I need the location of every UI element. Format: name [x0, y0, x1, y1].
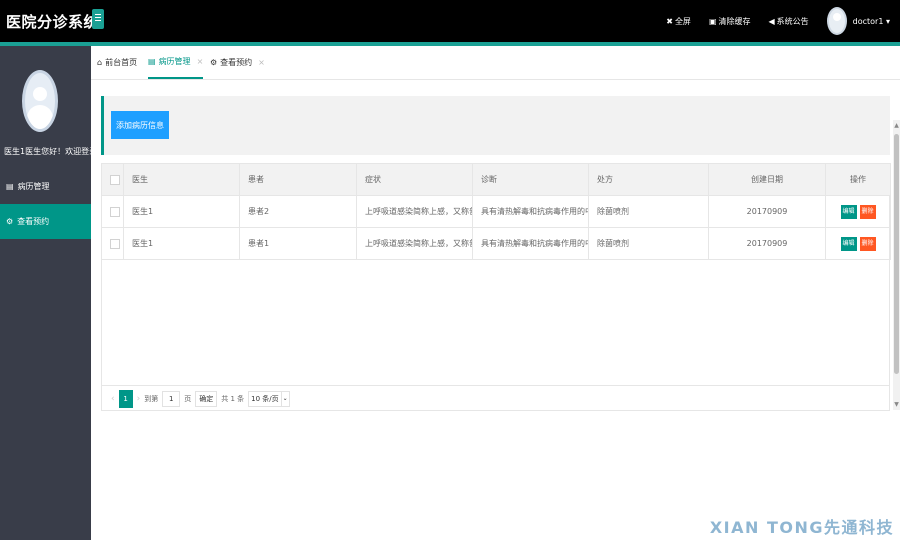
- cell-actions: 编辑 删除: [825, 227, 891, 260]
- tab-records[interactable]: ▤ 病历管理 ×: [148, 46, 204, 79]
- top-header: 医院分诊系统 ✖ 全屏 ▣ 清除缓存 ◀ 系统公告 doctor1 ▾: [0, 0, 900, 42]
- total-count: 共 1 条: [221, 394, 245, 403]
- select-all-checkbox[interactable]: [110, 174, 120, 185]
- cell-symptom: 上呼吸道感染简称上感，又称普...: [356, 227, 473, 260]
- sidebar-item-label: 病历管理: [17, 182, 50, 191]
- select-all-cell: [101, 163, 124, 196]
- cell-diagnosis: 具有清热解毒和抗病毒作用的中...: [472, 227, 589, 260]
- close-icon[interactable]: ×: [258, 58, 265, 67]
- tab-label: 查看预约: [220, 58, 253, 67]
- table-header-row: 医生 患者 症状 诊断 处方 创建日期 操作: [101, 163, 891, 196]
- tab-label: 病历管理: [158, 57, 191, 66]
- goto-confirm-button[interactable]: 确定: [195, 390, 218, 407]
- cell-diagnosis: 具有清热解毒和抗病毒作用的中...: [472, 195, 589, 228]
- tab-appointments[interactable]: ⚙ 查看预约 ×: [210, 46, 265, 79]
- column-header: 诊断: [472, 163, 589, 196]
- welcome-text: 医生1医生您好！欢迎登录: [4, 147, 98, 156]
- avatar-head: [33, 87, 47, 101]
- watermark: XIAN TONG先通科技: [709, 518, 894, 537]
- scroll-thumb[interactable]: [894, 134, 899, 374]
- announcement-button[interactable]: ◀ 系统公告: [769, 16, 809, 27]
- next-page-button[interactable]: ›: [137, 394, 141, 404]
- column-header: 操作: [825, 163, 891, 196]
- cell-doctor: 医生1: [123, 195, 240, 228]
- clear-cache-icon: ▣: [708, 16, 717, 26]
- row-select-cell: [101, 227, 124, 260]
- scroll-up-icon[interactable]: ▲: [893, 122, 900, 129]
- table-row: 医生1 患者1 上呼吸道感染简称上感，又称普... 具有清热解毒和抗病毒作用的中…: [101, 227, 891, 260]
- column-header: 处方: [588, 163, 709, 196]
- fullscreen-icon: ✖: [666, 16, 673, 26]
- column-header: 症状: [356, 163, 473, 196]
- avatar: [22, 70, 58, 132]
- tab-label: 前台首页: [105, 58, 138, 67]
- row-checkbox[interactable]: [110, 238, 120, 249]
- delete-button[interactable]: 删除: [859, 204, 876, 219]
- clear-cache-button[interactable]: ▣ 清除缓存: [709, 16, 751, 27]
- toolbar-panel: 添加病历信息: [101, 96, 890, 155]
- column-header: 患者: [239, 163, 357, 196]
- sidebar-item-label: 查看预约: [17, 217, 50, 226]
- scroll-down-icon[interactable]: ▼: [893, 401, 900, 408]
- table-row: 医生1 患者2 上呼吸道感染简称上感，又称普... 具有清热解毒和抗病毒作用的中…: [101, 195, 891, 228]
- tab-home[interactable]: ⌂ 前台首页: [97, 46, 137, 79]
- page-size-select[interactable]: 10 条/页 ⌄: [248, 390, 290, 407]
- gear-icon: ⚙: [210, 58, 218, 67]
- tab-bar: ⌂ 前台首页 ▤ 病历管理 × ⚙ 查看预约 ×: [91, 46, 900, 80]
- sidebar-item-appointments[interactable]: ⚙ 查看预约: [0, 204, 91, 239]
- column-header: 创建日期: [708, 163, 826, 196]
- avatar-body: [27, 105, 53, 129]
- user-name: doctor1: [852, 16, 884, 26]
- cell-symptom: 上呼吸道感染简称上感，又称普...: [356, 195, 473, 228]
- user-menu[interactable]: doctor1 ▾: [853, 17, 890, 26]
- edit-button[interactable]: 编辑: [840, 236, 857, 251]
- cell-actions: 编辑 删除: [825, 195, 891, 228]
- prev-page-button[interactable]: ‹: [111, 394, 115, 404]
- cell-patient: 患者2: [239, 195, 357, 228]
- cell-date: 20170909: [708, 195, 826, 228]
- fullscreen-label: 全屏: [674, 16, 691, 26]
- announce-icon: ◀: [768, 16, 775, 26]
- clear-cache-label: 清除缓存: [718, 16, 751, 26]
- app-title: 医院分诊系统: [6, 13, 100, 31]
- sidebar: 医生1医生您好！欢迎登录 ▤ 病历管理 ⚙ 查看预约: [0, 46, 97, 540]
- cell-date: 20170909: [708, 227, 826, 260]
- goto-label: 到第: [144, 394, 159, 403]
- home-icon: ⌂: [97, 58, 103, 67]
- header-actions: ✖ 全屏 ▣ 清除缓存 ◀ 系统公告 doctor1 ▾: [666, 0, 900, 42]
- cell-prescription: 除菌喷剂: [588, 195, 709, 228]
- cell-patient: 患者1: [239, 227, 357, 260]
- records-table: 医生 患者 症状 诊断 处方 创建日期 操作 医生1 患者2 上呼吸道感染简称上…: [101, 163, 891, 411]
- document-icon: ▤: [6, 182, 14, 191]
- column-header: 医生: [123, 163, 240, 196]
- row-select-cell: [101, 195, 124, 228]
- content-scrollbar[interactable]: ▲ ▼: [893, 120, 900, 410]
- page-1-button[interactable]: 1: [118, 389, 133, 408]
- chevron-down-icon: ▾: [885, 16, 890, 26]
- cell-prescription: 除菌喷剂: [588, 227, 709, 260]
- pagination: ‹ 1 › 到第 1 页 确定 共 1 条 10 条/页 ⌄: [101, 385, 890, 411]
- row-checkbox[interactable]: [110, 206, 120, 217]
- gear-icon: ⚙: [6, 217, 14, 226]
- delete-button[interactable]: 删除: [859, 236, 876, 251]
- cell-doctor: 医生1: [123, 227, 240, 260]
- edit-button[interactable]: 编辑: [840, 204, 857, 219]
- document-icon: ▤: [148, 57, 156, 66]
- fullscreen-button[interactable]: ✖ 全屏: [666, 16, 691, 27]
- sidebar-item-records[interactable]: ▤ 病历管理: [0, 169, 91, 204]
- chevron-down-icon: ⌄: [280, 391, 289, 406]
- notebook-icon: [92, 9, 104, 29]
- announcement-label: 系统公告: [776, 16, 809, 26]
- page-size-value: 10 条/页: [251, 394, 279, 403]
- close-icon[interactable]: ×: [197, 57, 204, 66]
- page-unit-label: 页: [184, 394, 192, 403]
- page-number-input[interactable]: 1: [162, 390, 181, 407]
- user-avatar[interactable]: [826, 7, 847, 35]
- add-record-button[interactable]: 添加病历信息: [111, 111, 169, 139]
